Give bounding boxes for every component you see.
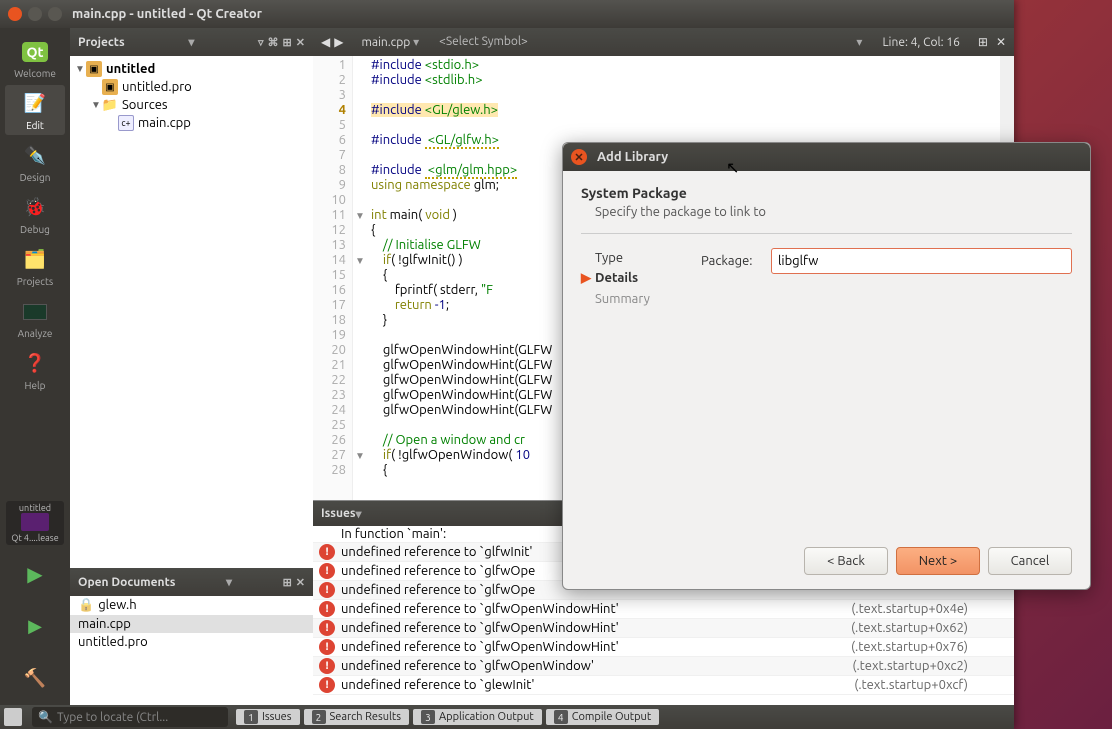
- error-icon: !: [319, 620, 335, 636]
- toggle-sidebar-button[interactable]: [4, 708, 22, 726]
- project-icon: ▣: [86, 61, 102, 77]
- split-editor-icon[interactable]: ⊞: [978, 35, 988, 49]
- line-numbers: 1234567891011121314151617181920212223242…: [313, 56, 353, 500]
- cancel-button[interactable]: Cancel: [988, 547, 1072, 575]
- pro-file-icon: ▣: [102, 79, 118, 95]
- hammer-icon: 🔨: [21, 664, 49, 692]
- run-debug-button[interactable]: ▶: [5, 602, 65, 652]
- mode-edit[interactable]: 📝Edit: [5, 85, 65, 135]
- link-icon[interactable]: ⌘: [268, 36, 279, 49]
- dialog-subheading: Specify the package to link to: [595, 205, 1072, 219]
- lock-icon: 🔒: [78, 598, 94, 612]
- play-debug-icon: ▶: [21, 612, 49, 640]
- tree-source-file[interactable]: c+main.cpp: [70, 114, 313, 132]
- close-icon[interactable]: [8, 7, 22, 21]
- dialog-heading: System Package: [581, 185, 1072, 201]
- editor-file-dropdown[interactable]: main.cpp ▾: [351, 35, 429, 49]
- open-docs-list[interactable]: 🔒glew.h main.cpp untitled.pro: [70, 596, 313, 705]
- dialog-titlebar[interactable]: ✕ Add Library: [563, 143, 1090, 171]
- error-icon: !: [319, 544, 335, 560]
- error-icon: !: [319, 582, 335, 598]
- nav-back-icon[interactable]: ◀: [321, 35, 330, 49]
- editor-toolbar: ◀ ▶ main.cpp ▾ <Select Symbol> ▾ Line: 4,…: [313, 28, 1014, 56]
- issue-row[interactable]: !undefined reference to `glfwOpenWindowH…: [313, 600, 1014, 619]
- run-button[interactable]: ▶: [5, 550, 65, 600]
- projects-icon: 🗂️: [21, 246, 49, 274]
- edit-icon: 📝: [21, 90, 49, 118]
- close-panel-icon[interactable]: ✕: [296, 576, 305, 589]
- analyze-icon: [21, 298, 49, 326]
- issue-row[interactable]: !undefined reference to `glfwOpenWindowH…: [313, 619, 1014, 638]
- split-icon[interactable]: ⊞: [283, 36, 292, 49]
- wizard-step-details: Details: [581, 268, 701, 289]
- locator-input[interactable]: 🔍Type to locate (Ctrl...: [32, 707, 228, 727]
- design-icon: ✒️: [21, 142, 49, 170]
- cursor-position[interactable]: Line: 4, Col: 16: [872, 36, 969, 49]
- error-icon: !: [319, 677, 335, 693]
- folder-icon: 📁: [102, 97, 118, 113]
- doc-item-main[interactable]: main.cpp: [70, 615, 313, 633]
- wizard-step-summary: Summary: [581, 289, 701, 309]
- symbol-selector[interactable]: <Select Symbol> ▾: [429, 35, 872, 49]
- package-label: Package:: [701, 254, 771, 268]
- dialog-close-icon[interactable]: ✕: [571, 149, 587, 165]
- mode-projects[interactable]: 🗂️Projects: [5, 241, 65, 291]
- filter-icon[interactable]: ▿: [258, 36, 264, 49]
- mode-design[interactable]: ✒️Design: [5, 137, 65, 187]
- project-tree[interactable]: ▼▣untitled ▣untitled.pro ▼📁Sources c+mai…: [70, 56, 313, 568]
- projects-panel-header: Projects ▾ ▿ ⌘ ⊞ ✕: [70, 28, 313, 56]
- play-icon: ▶: [21, 560, 49, 588]
- error-icon: !: [319, 639, 335, 655]
- mode-analyze[interactable]: Analyze: [5, 293, 65, 343]
- titlebar[interactable]: main.cpp - untitled - Qt Creator: [0, 0, 1014, 28]
- add-library-dialog: ✕ Add Library System Package Specify the…: [562, 142, 1091, 590]
- doc-item-pro[interactable]: untitled.pro: [70, 633, 313, 651]
- mode-welcome[interactable]: QtWelcome: [5, 33, 65, 83]
- error-icon: !: [319, 658, 335, 674]
- mode-debug[interactable]: 🐞Debug: [5, 189, 65, 239]
- maximize-icon[interactable]: [48, 7, 62, 21]
- wizard-steps: Type Details Summary: [581, 248, 701, 537]
- kit-selector[interactable]: untitled Qt 4....lease: [6, 501, 64, 545]
- issue-row[interactable]: !undefined reference to `glfwOpenWindowH…: [313, 638, 1014, 657]
- issue-row[interactable]: !undefined reference to `glewInit'(.text…: [313, 676, 1014, 695]
- error-icon: !: [319, 601, 335, 617]
- mode-sidebar: QtWelcome 📝Edit ✒️Design 🐞Debug 🗂️Projec…: [0, 28, 70, 705]
- issue-row[interactable]: !undefined reference to `glfwOpenWindow'…: [313, 657, 1014, 676]
- nav-fwd-icon[interactable]: ▶: [334, 35, 343, 49]
- tab-issues[interactable]: 1Issues: [236, 709, 300, 725]
- close-panel-icon[interactable]: ✕: [296, 36, 305, 49]
- window-title: main.cpp - untitled - Qt Creator: [72, 7, 262, 21]
- open-docs-header: Open Documents ▾ ⊞ ✕: [70, 568, 313, 596]
- monitor-icon: [21, 513, 49, 531]
- bug-icon: 🐞: [21, 194, 49, 222]
- tab-app-output[interactable]: 3Application Output: [413, 709, 542, 725]
- bottom-bar: 🔍Type to locate (Ctrl... 1Issues 2Search…: [0, 705, 1014, 729]
- minimize-icon[interactable]: [28, 7, 42, 21]
- search-icon: 🔍: [38, 710, 53, 724]
- build-button[interactable]: 🔨: [5, 654, 65, 704]
- package-input[interactable]: [771, 248, 1072, 274]
- split-icon[interactable]: ⊞: [283, 576, 292, 589]
- tab-compile-output[interactable]: 4Compile Output: [546, 709, 659, 725]
- tree-pro-file[interactable]: ▣untitled.pro: [70, 78, 313, 96]
- tree-sources-folder[interactable]: ▼📁Sources: [70, 96, 313, 114]
- tree-project-root[interactable]: ▼▣untitled: [70, 60, 313, 78]
- doc-item-glew[interactable]: 🔒glew.h: [70, 596, 313, 615]
- cpp-file-icon: c+: [118, 115, 134, 131]
- wizard-step-type: Type: [581, 248, 701, 268]
- mode-help[interactable]: ❓Help: [5, 345, 65, 395]
- help-icon: ❓: [21, 350, 49, 378]
- tab-search-results[interactable]: 2Search Results: [304, 709, 410, 725]
- next-button[interactable]: Next >: [896, 547, 980, 575]
- close-editor-icon[interactable]: ✕: [996, 35, 1006, 49]
- error-icon: !: [319, 563, 335, 579]
- back-button[interactable]: < Back: [804, 547, 888, 575]
